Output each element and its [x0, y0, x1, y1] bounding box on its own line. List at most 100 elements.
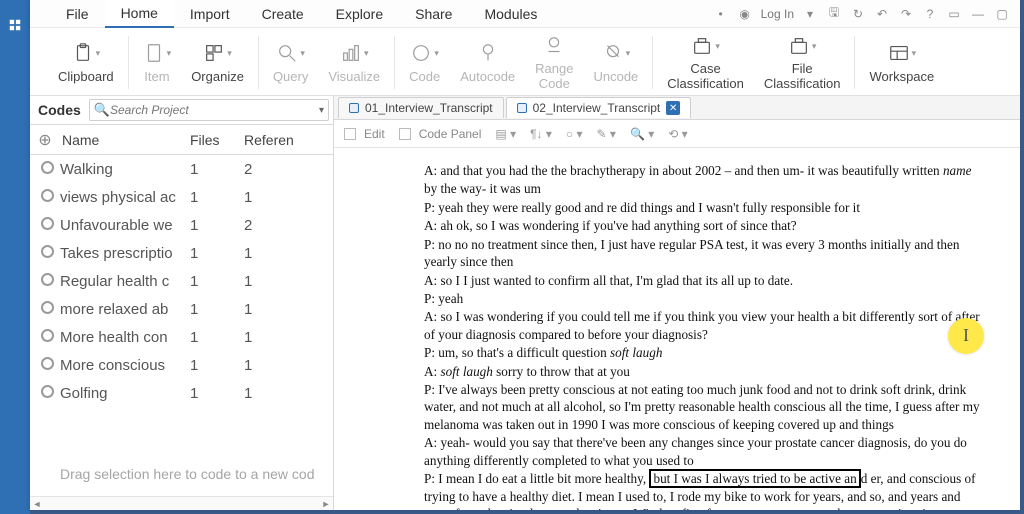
ribbon-item-label: Item	[144, 68, 169, 84]
code-files: 1	[190, 189, 244, 206]
ribbon-uncode-label: Uncode	[593, 68, 638, 84]
ribbon-organize[interactable]: ▾ Organize	[181, 30, 254, 95]
code-circle-icon	[34, 189, 60, 206]
redo-icon[interactable]: ↷	[898, 7, 914, 21]
code-files: 1	[190, 357, 244, 374]
search-input[interactable]	[110, 103, 319, 117]
edit-toggle[interactable]: Edit	[344, 127, 385, 141]
code-refs: 1	[244, 273, 333, 290]
ribbon-uncode[interactable]: ▾ Uncode	[583, 30, 648, 95]
code-name: more relaxed ab	[60, 301, 190, 318]
code-row[interactable]: Walking12	[30, 155, 333, 183]
ribbon-file-classification[interactable]: ▾ File Classification	[754, 30, 851, 95]
ribbon-autocode[interactable]: Autocode	[450, 30, 525, 95]
code-row[interactable]: Takes prescriptio11	[30, 239, 333, 267]
save-icon[interactable]: 🖫	[826, 3, 842, 24]
drop-hint: Drag selection here to code to a new cod	[30, 456, 333, 496]
code-files: 1	[190, 273, 244, 290]
ribbon-code-label: Code	[409, 68, 440, 84]
code-name: Regular health c	[60, 273, 190, 290]
code-refs: 1	[244, 385, 333, 402]
ribbon-case-classification[interactable]: ▾ Case Classification	[657, 30, 754, 95]
menu-explore[interactable]: Explore	[320, 1, 399, 27]
tab-01-interview[interactable]: 01_Interview_Transcript	[338, 97, 504, 118]
code-files: 1	[190, 385, 244, 402]
login-button[interactable]: Log In	[761, 7, 794, 21]
code-row[interactable]: More conscious11	[30, 351, 333, 379]
code-files: 1	[190, 245, 244, 262]
editor-toolbar: Edit Code Panel ▤ ▾ ¶↓ ▾ ○ ▾ ✎ ▾ 🔍 ▾ ⟲ ▾	[334, 120, 1020, 148]
transcript-body[interactable]: A: and that you had the the brachytherap…	[334, 148, 1020, 510]
code-files: 1	[190, 329, 244, 346]
selected-text[interactable]: but I was I always tried to be active an	[649, 469, 860, 488]
ribbon-clipboard[interactable]: ▾ Clipboard	[48, 30, 124, 95]
code-row[interactable]: more relaxed ab11	[30, 295, 333, 323]
ribbon-workspace[interactable]: ▾ Workspace	[859, 30, 944, 95]
tab-02-interview[interactable]: 02_Interview_Transcript ✕	[506, 97, 692, 118]
refresh-icon[interactable]: ↻	[850, 7, 866, 21]
code-row[interactable]: views physical ac11	[30, 183, 333, 211]
chevron-down-icon[interactable]: ▾	[319, 105, 324, 116]
undo-icon[interactable]: ↶	[874, 7, 890, 21]
col-files[interactable]: Files	[190, 132, 244, 148]
menu-share[interactable]: Share	[399, 1, 468, 27]
menu-import[interactable]: Import	[174, 1, 246, 27]
menu-create[interactable]: Create	[246, 1, 320, 27]
code-refs: 1	[244, 301, 333, 318]
ribbon-workspace-label: Workspace	[869, 68, 934, 84]
menu-modules[interactable]: Modules	[468, 1, 553, 27]
code-files: 1	[190, 161, 244, 178]
highlight-menu[interactable]: ✎ ▾	[597, 127, 616, 141]
search-project[interactable]: 🔍 ▾	[89, 99, 329, 121]
ribbon-rangecode[interactable]: Range Code	[525, 30, 583, 95]
ribbon-caseclass-label: Case Classification	[667, 60, 744, 91]
ribbon-autocode-label: Autocode	[460, 68, 515, 84]
line-icon[interactable]: —	[970, 7, 986, 21]
code-row[interactable]: More health con11	[30, 323, 333, 351]
code-circle-icon	[34, 273, 60, 290]
doc-icon	[517, 103, 527, 113]
annotation-menu[interactable]: ○ ▾	[566, 127, 583, 141]
menu-file[interactable]: File	[50, 1, 105, 27]
code-row[interactable]: Regular health c11	[30, 267, 333, 295]
square-icon[interactable]: ▢	[994, 7, 1010, 21]
code-refs: 2	[244, 161, 333, 178]
layout-menu[interactable]: ▤ ▾	[495, 127, 516, 141]
code-row[interactable]: Golfing11	[30, 379, 333, 407]
code-name: views physical ac	[60, 189, 190, 206]
close-tab-icon[interactable]: ✕	[666, 101, 680, 115]
codes-list: Walking12views physical ac11Unfavourable…	[30, 155, 333, 456]
help-icon[interactable]: ?	[922, 7, 938, 21]
codes-columns: ⊕ Name Files Referen	[30, 125, 333, 155]
code-files: 1	[190, 301, 244, 318]
minimize-icon[interactable]: ▭	[946, 7, 962, 21]
document-area: 01_Interview_Transcript 02_Interview_Tra…	[334, 96, 1020, 510]
sep-icon: ▾	[802, 7, 818, 21]
code-refs: 2	[244, 217, 333, 234]
code-refs: 1	[244, 329, 333, 346]
ribbon-code[interactable]: ▾ Code	[399, 30, 450, 95]
ribbon-item[interactable]: ▾ Item	[133, 30, 182, 95]
col-refs[interactable]: Referen	[244, 132, 333, 148]
code-panel-toggle[interactable]: Code Panel	[399, 127, 482, 141]
ribbon-organize-label: Organize	[191, 68, 244, 84]
search-icon: 🔍	[94, 102, 110, 118]
code-name: More health con	[60, 329, 190, 346]
code-circle-icon	[34, 217, 60, 234]
code-circle-icon	[34, 161, 60, 178]
zoom-menu[interactable]: 🔍 ▾	[630, 127, 654, 141]
link-menu[interactable]: ⟲ ▾	[668, 127, 687, 141]
add-code-button[interactable]: ⊕	[30, 130, 60, 150]
scroll-right-icon[interactable]: ►	[319, 497, 333, 511]
code-row[interactable]: Unfavourable we12	[30, 211, 333, 239]
align-menu[interactable]: ¶↓ ▾	[530, 127, 552, 141]
col-name[interactable]: Name	[60, 132, 190, 148]
ribbon-query[interactable]: ▾ Query	[263, 30, 318, 95]
scroll-left-icon[interactable]: ◄	[30, 497, 44, 511]
code-refs: 1	[244, 245, 333, 262]
menu-home[interactable]: Home	[105, 0, 174, 28]
ribbon-visualize[interactable]: ▾ Visualize	[318, 30, 390, 95]
ribbon-visualize-label: Visualize	[328, 68, 380, 84]
panel-hscroll[interactable]: ◄ ►	[30, 496, 333, 510]
ribbon-fileclass-label: File Classification	[764, 60, 841, 91]
